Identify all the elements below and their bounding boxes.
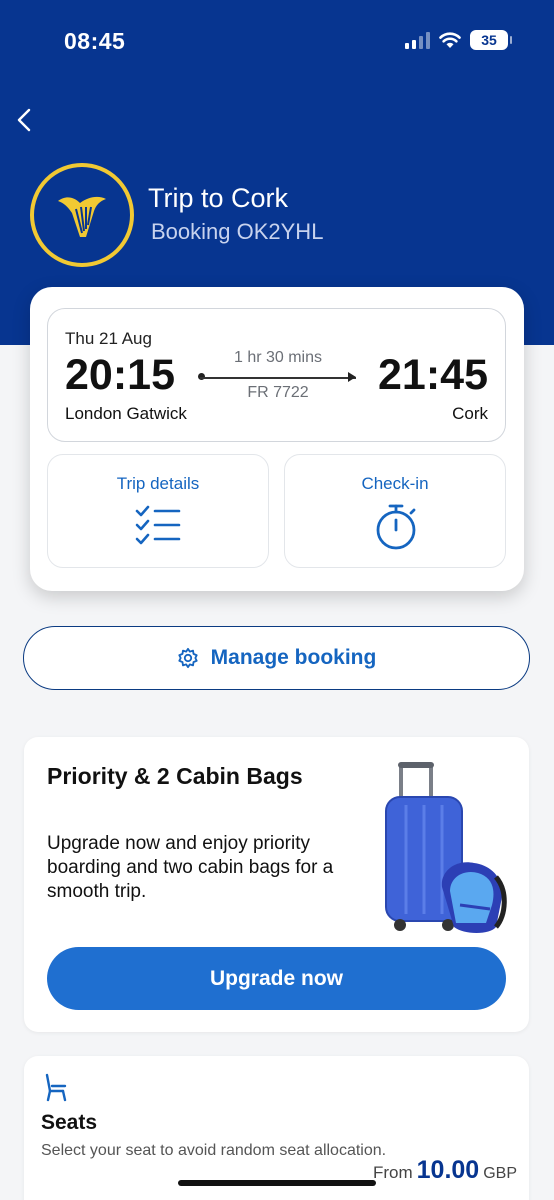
promo-title: Priority & 2 Cabin Bags <box>47 763 303 789</box>
upgrade-now-button[interactable]: Upgrade now <box>47 947 506 1010</box>
wifi-icon <box>439 31 461 48</box>
flight-duration: 1 hr 30 mins <box>233 349 323 366</box>
check-in-label: Check-in <box>361 474 429 493</box>
luggage-illustration-icon <box>385 762 507 933</box>
flight-summary[interactable]: Thu 21 Aug 20:15 21:45 London Gatwick Co… <box>47 308 506 442</box>
booking-reference: Booking OK2YHL <box>151 219 324 244</box>
seats-price: From 10.00 GBP <box>373 1156 517 1185</box>
promo-description: Upgrade now and enjoy priority boarding … <box>47 833 334 902</box>
price-prefix: From <box>372 1163 413 1182</box>
seats-subtitle: Select your seat to avoid random seat al… <box>41 1142 387 1159</box>
arrival-time: 21:45 <box>378 351 488 399</box>
trip-details-button[interactable]: Trip details <box>47 454 269 568</box>
seat-icon <box>45 1073 67 1102</box>
check-in-button[interactable]: Check-in <box>284 454 506 568</box>
seats-card[interactable]: Seats Select your seat to avoid random s… <box>24 1056 529 1200</box>
flight-card: Thu 21 Aug 20:15 21:45 London Gatwick Co… <box>30 287 524 591</box>
status-time: 08:45 <box>64 28 126 54</box>
flight-number: FR 7722 <box>247 384 309 401</box>
manage-booking-label: Manage booking <box>210 646 377 669</box>
origin-airport: London Gatwick <box>65 404 187 423</box>
trip-details-label: Trip details <box>116 474 200 493</box>
airline-logo <box>30 163 134 267</box>
home-indicator[interactable] <box>178 1180 376 1186</box>
stopwatch-icon <box>376 504 416 550</box>
route-arrow-icon <box>348 372 356 382</box>
checklist-icon <box>135 505 181 545</box>
priority-upsell-card: Priority & 2 Cabin Bags Upgrade now and … <box>24 737 529 1032</box>
battery-icon: 35 <box>470 30 512 50</box>
route-line <box>200 377 356 379</box>
harp-logo-icon <box>58 196 106 237</box>
price-amount: 10.00 <box>416 1156 480 1184</box>
manage-booking-button[interactable]: Manage booking <box>23 626 530 690</box>
flight-date: Thu 21 Aug <box>65 329 152 348</box>
seats-title: Seats <box>41 1111 98 1134</box>
departure-time: 20:15 <box>65 351 175 399</box>
price-currency: GBP <box>483 1165 517 1182</box>
signal-icon <box>405 31 430 49</box>
destination-airport: Cork <box>452 404 488 423</box>
back-chevron-icon[interactable] <box>12 104 38 136</box>
status-icons: 35 <box>405 30 512 50</box>
trip-title: Trip to Cork <box>148 183 289 213</box>
gear-icon <box>178 647 198 669</box>
